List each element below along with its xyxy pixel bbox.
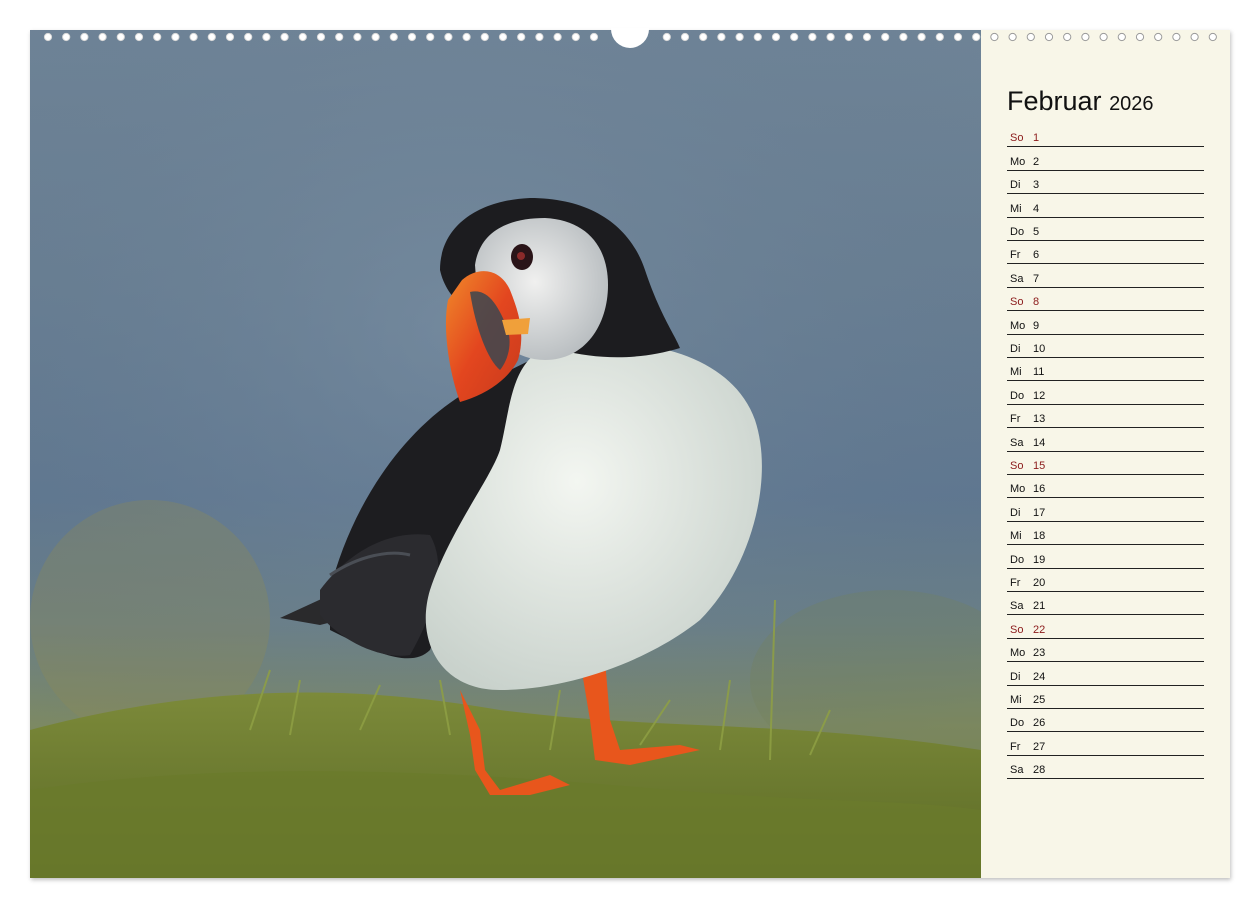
day-row: Mo 2 xyxy=(1007,147,1204,171)
day-number: 13 xyxy=(1033,413,1046,426)
day-number: 22 xyxy=(1033,623,1046,636)
weekday-label: Mo xyxy=(1010,483,1026,496)
puffin-illustration xyxy=(30,30,981,878)
day-row: Di 3 xyxy=(1007,171,1204,195)
day-number: 21 xyxy=(1033,600,1046,613)
day-row: Fr 13 xyxy=(1007,405,1204,429)
day-number: 4 xyxy=(1033,202,1040,215)
day-row: So 1 xyxy=(1007,124,1204,148)
day-row: Mo 23 xyxy=(1007,639,1204,663)
weekday-label: Do xyxy=(1010,225,1025,238)
weekday-label: So xyxy=(1010,459,1024,472)
weekday-label: Di xyxy=(1010,506,1021,519)
month-title: Februar 2026 xyxy=(1007,86,1154,117)
weekday-label: Sa xyxy=(1010,272,1024,285)
weekday-label: So xyxy=(1010,132,1024,145)
day-row: Mo 9 xyxy=(1007,311,1204,335)
day-number: 17 xyxy=(1033,506,1046,519)
day-row: Fr 6 xyxy=(1007,241,1204,265)
weekday-label: So xyxy=(1010,296,1024,309)
day-number: 10 xyxy=(1033,342,1046,355)
day-row: Di 24 xyxy=(1007,662,1204,686)
day-number: 15 xyxy=(1033,459,1046,472)
weekday-label: Mi xyxy=(1010,202,1022,215)
month-name: Februar xyxy=(1007,86,1102,116)
day-number: 6 xyxy=(1033,249,1040,262)
day-row: Sa 21 xyxy=(1007,592,1204,616)
weekday-label: Mo xyxy=(1010,155,1026,168)
puffin-photo xyxy=(30,30,981,878)
day-row: Di 10 xyxy=(1007,335,1204,358)
day-row: Mi 25 xyxy=(1007,686,1204,709)
day-row: So 15 xyxy=(1007,452,1204,475)
weekday-label: Do xyxy=(1010,553,1025,566)
weekday-label: Mo xyxy=(1010,647,1026,660)
weekday-label: Mo xyxy=(1010,319,1026,332)
day-number: 8 xyxy=(1033,296,1040,309)
weekday-label: Sa xyxy=(1010,600,1024,613)
weekday-label: Di xyxy=(1010,670,1021,683)
day-number: 11 xyxy=(1033,366,1045,379)
day-row: Fr 20 xyxy=(1007,569,1204,592)
day-number: 23 xyxy=(1033,647,1046,660)
day-number: 18 xyxy=(1033,530,1046,543)
weekday-label: Fr xyxy=(1010,740,1021,753)
weekday-label: Mi xyxy=(1010,693,1022,706)
day-row: Do 12 xyxy=(1007,381,1204,405)
day-number: 9 xyxy=(1033,319,1040,332)
day-number: 1 xyxy=(1033,132,1040,145)
day-number: 19 xyxy=(1033,553,1046,566)
day-row: Fr 27 xyxy=(1007,732,1204,756)
weekday-label: Fr xyxy=(1010,576,1021,589)
day-number: 16 xyxy=(1033,483,1046,496)
day-number: 27 xyxy=(1033,740,1046,753)
weekday-label: Do xyxy=(1010,389,1025,402)
day-row: Mo 16 xyxy=(1007,475,1204,499)
weekday-label: Di xyxy=(1010,342,1021,355)
day-row: Mi 11 xyxy=(1007,358,1204,382)
day-row: Sa 14 xyxy=(1007,428,1204,452)
day-number: 20 xyxy=(1033,576,1046,589)
day-row: Do 5 xyxy=(1007,218,1204,241)
weekday-label: Mi xyxy=(1010,366,1022,379)
day-number: 25 xyxy=(1033,693,1046,706)
weekday-label: Mi xyxy=(1010,530,1022,543)
day-number: 24 xyxy=(1033,670,1046,683)
weekday-label: So xyxy=(1010,623,1024,636)
day-number: 7 xyxy=(1033,272,1040,285)
day-row: Mi 4 xyxy=(1007,194,1204,218)
day-row: So 8 xyxy=(1007,288,1204,312)
day-number: 14 xyxy=(1033,436,1046,449)
weekday-label: Sa xyxy=(1010,764,1024,777)
weekday-label: Fr xyxy=(1010,249,1021,262)
day-row: So 22 xyxy=(1007,615,1204,639)
day-row: Do 19 xyxy=(1007,545,1204,569)
day-number: 28 xyxy=(1033,764,1046,777)
calendar-panel: Februar 2026 So 1 Mo 2 Di 3 Mi 4 Do 5 Fr 6 Sa 7 So 8 Mo 9… xyxy=(981,30,1230,878)
day-row: Sa 28 xyxy=(1007,756,1204,780)
day-row: Di 17 xyxy=(1007,498,1204,522)
weekday-label: Fr xyxy=(1010,413,1021,426)
day-number: 26 xyxy=(1033,717,1046,730)
day-row: Sa 7 xyxy=(1007,264,1204,288)
day-number: 5 xyxy=(1033,225,1040,238)
day-number: 12 xyxy=(1033,389,1046,402)
calendar-page: Februar 2026 So 1 Mo 2 Di 3 Mi 4 Do 5 Fr 6 Sa 7 So 8 Mo 9… xyxy=(30,30,1230,878)
day-row: Do 26 xyxy=(1007,709,1204,733)
weekday-label: Sa xyxy=(1010,436,1024,449)
day-number: 3 xyxy=(1033,179,1040,192)
day-number: 2 xyxy=(1033,155,1040,168)
day-row: Mi 18 xyxy=(1007,522,1204,546)
year: 2026 xyxy=(1109,93,1154,115)
weekday-label: Di xyxy=(1010,179,1021,192)
weekday-label: Do xyxy=(1010,717,1025,730)
